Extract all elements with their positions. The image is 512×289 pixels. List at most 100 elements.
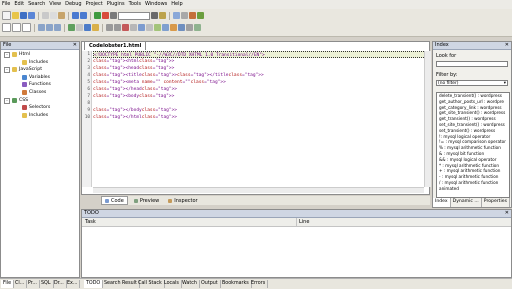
- cut-icon[interactable]: [42, 12, 49, 19]
- undo-icon[interactable]: [72, 12, 79, 19]
- frame-icon[interactable]: [186, 24, 193, 31]
- anchor-icon[interactable]: [92, 24, 99, 31]
- save-all-icon[interactable]: [28, 12, 35, 19]
- stop-icon[interactable]: [102, 12, 109, 19]
- style-icon[interactable]: [178, 24, 185, 31]
- close-icon[interactable]: ✕: [505, 210, 509, 217]
- editor-vertical-scrollbar[interactable]: [424, 51, 431, 187]
- tab-errors[interactable]: Errors: [249, 280, 269, 288]
- new-file-icon[interactable]: [2, 11, 11, 20]
- code-line[interactable]: class="tag"><titleclass="tag">>class="ta…: [93, 72, 428, 79]
- close-icon[interactable]: ✕: [505, 42, 509, 49]
- numbered-list-icon[interactable]: [114, 24, 121, 31]
- step-icon[interactable]: [110, 12, 117, 19]
- tab-inspector[interactable]: Inspector: [165, 197, 200, 204]
- tab-explorer[interactable]: Ex...: [65, 280, 81, 288]
- tree-item[interactable]: - CSS: [1, 97, 79, 105]
- tab-project[interactable]: Pr...: [26, 280, 40, 288]
- tree-item[interactable]: Includes: [1, 59, 79, 67]
- tab-output[interactable]: Output: [199, 280, 221, 288]
- editor-horizontal-scrollbar[interactable]: [93, 187, 424, 193]
- list-icon[interactable]: [106, 24, 113, 31]
- debug-icon[interactable]: [189, 12, 196, 19]
- tab-preview[interactable]: Preview: [131, 197, 162, 204]
- menu-edit[interactable]: Edit: [12, 0, 26, 7]
- file-tab[interactable]: Codelobster1.html: [84, 41, 147, 50]
- code-line[interactable]: <!DOCTYPE html PUBLIC "-//W3C//DTD XHTML…: [93, 51, 428, 58]
- link-icon[interactable]: [84, 24, 91, 31]
- tree-item[interactable]: - Html: [1, 51, 79, 59]
- look-for-input[interactable]: [436, 61, 508, 67]
- tree-item[interactable]: Functions: [1, 81, 79, 89]
- index-list[interactable]: delete_transient() : wordpress get_author…: [436, 92, 510, 198]
- tab-index[interactable]: Index: [433, 198, 451, 207]
- column-task[interactable]: Task: [85, 219, 96, 225]
- menu-view[interactable]: View: [47, 0, 63, 7]
- menu-search[interactable]: Search: [26, 0, 47, 7]
- tree-item[interactable]: Variables: [1, 74, 79, 82]
- index-list-item[interactable]: set_site_transient() : wordpress: [437, 122, 509, 128]
- menu-file[interactable]: File: [0, 0, 12, 7]
- tab-locals[interactable]: Locals: [162, 280, 182, 288]
- div-icon[interactable]: [138, 24, 145, 31]
- code-view[interactable]: <!DOCTYPE html PUBLIC "-//W3C//DTD XHTML…: [93, 51, 428, 121]
- tab-dynamic[interactable]: Dynamic ...: [451, 198, 482, 207]
- column-line[interactable]: Line: [299, 219, 309, 225]
- comment-icon[interactable]: [154, 24, 161, 31]
- form-icon[interactable]: [130, 24, 137, 31]
- script-icon[interactable]: [170, 24, 177, 31]
- tab-code[interactable]: Code: [101, 196, 128, 205]
- menu-tools[interactable]: Tools: [127, 0, 143, 7]
- open-folder-icon[interactable]: [12, 12, 19, 19]
- code-line[interactable]: class="tag"></headclass="tag">>: [93, 86, 428, 93]
- color-icon[interactable]: [122, 24, 129, 31]
- code-line[interactable]: class="tag"></bodyclass="tag">>: [93, 107, 428, 114]
- code-line[interactable]: class="tag"><meta name="" content=""clas…: [93, 79, 428, 86]
- bold-icon[interactable]: [2, 23, 11, 32]
- tab-call-stack[interactable]: Call Stack: [136, 280, 165, 288]
- tree-expander[interactable]: -: [4, 97, 10, 104]
- tree-item[interactable]: Selectors: [1, 104, 79, 112]
- run-icon[interactable]: [94, 12, 101, 19]
- image-icon[interactable]: [68, 24, 75, 31]
- index-list-item[interactable]: animated: [437, 186, 509, 192]
- menu-windows[interactable]: Windows: [143, 0, 169, 7]
- tree-item[interactable]: Includes: [1, 112, 79, 120]
- index-list-item[interactable]: delete_transient() : wordpress: [437, 93, 509, 99]
- align-left-icon[interactable]: [38, 24, 45, 31]
- table-icon[interactable]: [76, 24, 83, 31]
- tab-search-result[interactable]: Search Result: [102, 280, 140, 288]
- tree-expander[interactable]: -: [4, 52, 10, 58]
- italic-icon[interactable]: [12, 23, 21, 32]
- code-line[interactable]: class="tag"></htmlclass="tag">>: [93, 114, 428, 121]
- media-icon[interactable]: [194, 24, 201, 31]
- tab-bookmarks[interactable]: Bookmarks: [220, 280, 252, 288]
- toolbar-combo[interactable]: [118, 11, 150, 20]
- special-char-icon[interactable]: [162, 24, 169, 31]
- index-list-item[interactable]: / : mysql arithmetic function: [437, 180, 509, 186]
- menu-plugins[interactable]: Plugins: [105, 0, 127, 7]
- paste-icon[interactable]: [58, 12, 65, 19]
- hr-icon[interactable]: [146, 24, 153, 31]
- tab-todo[interactable]: TODO: [84, 280, 104, 288]
- code-line[interactable]: class="tag"><headclass="tag">>: [93, 65, 428, 72]
- tree-expander[interactable]: -: [4, 67, 10, 74]
- menu-help[interactable]: Help: [169, 0, 184, 7]
- tab-properties[interactable]: Properties: [482, 198, 510, 207]
- redo-icon[interactable]: [80, 12, 87, 19]
- replace-icon[interactable]: [159, 12, 166, 19]
- find-icon[interactable]: [151, 12, 158, 19]
- save-icon[interactable]: [20, 12, 27, 19]
- copy-icon[interactable]: [50, 12, 57, 19]
- tab-watch[interactable]: Watch: [180, 280, 200, 288]
- code-line[interactable]: class="tag"><bodyclass="tag">>: [93, 93, 428, 100]
- menu-project[interactable]: Project: [84, 0, 105, 7]
- bookmark-icon[interactable]: [173, 12, 180, 19]
- filter-select[interactable]: (no filter) ▾: [436, 80, 508, 86]
- close-icon[interactable]: ✕: [73, 42, 77, 49]
- menu-debug[interactable]: Debug: [63, 0, 83, 7]
- align-right-icon[interactable]: [54, 24, 61, 31]
- code-line[interactable]: class="tag"><htmlclass="tag">>: [93, 58, 428, 65]
- align-center-icon[interactable]: [46, 24, 53, 31]
- indent-icon[interactable]: [181, 12, 188, 19]
